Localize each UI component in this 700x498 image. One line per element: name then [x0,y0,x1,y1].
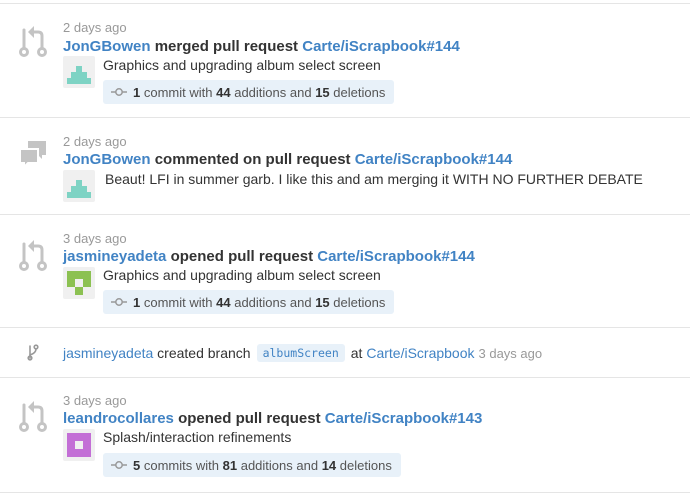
additions-count: 44 [216,84,231,100]
commit-count: 1 [133,294,141,310]
avatar[interactable] [63,267,95,299]
commit-summary[interactable]: 1 commit with 44 additions and 15 deleti… [103,80,395,104]
actor-link[interactable]: JonGBowen [63,38,151,55]
actor-link[interactable]: jasmineyadeta [63,345,153,361]
actor-link[interactable]: leandrocollares [63,410,174,427]
git-pull-request-icon [19,401,47,432]
with-text: with [195,457,219,473]
git-commit-icon [111,88,127,96]
commit-word: commits [143,457,193,473]
timestamp: 2 days ago [63,134,127,149]
commit-summary[interactable]: 5 commits with 81 additions and 14 delet… [103,453,401,477]
branch-name-link[interactable]: albumScreen [256,344,345,362]
deletions-count: 15 [315,84,330,100]
git-pull-request-icon [19,240,47,271]
feed-item-comment: 2 days ago JonGBowen commented on pull r… [0,117,690,214]
repository-link[interactable]: Carte/iScrapbook [366,345,474,361]
action-text: opened pull request [178,410,321,427]
timestamp: 3 days ago [478,345,543,361]
timestamp: 3 days ago [63,231,127,246]
alert-title: JonGBowen merged pull request Carte/iScr… [63,38,460,55]
alert-title: JonGBowen commented on pull request Cart… [63,151,512,168]
git-commit-icon [111,461,127,469]
commit-word: commit [143,84,186,100]
avatar[interactable] [63,170,95,202]
timestamp: 2 days ago [63,20,127,35]
action-text: opened pull request [170,248,314,265]
feed-divider [0,492,690,493]
deletions-text: deletions [333,294,386,310]
pull-request-link[interactable]: Carte/iScrapbook#144 [317,248,475,265]
branch-alert-text: jasmineyadeta created branch albumScreen… [63,344,542,362]
actor-link[interactable]: jasmineyadeta [63,248,166,265]
at-text: at [350,345,363,361]
commit-count: 5 [133,457,141,473]
comment-body: Beaut! LFI in summer garb. I like this a… [105,171,643,187]
pull-request-title: Graphics and upgrading album select scre… [103,57,381,73]
deletions-count: 15 [315,294,330,310]
additions-text: additions and [240,457,319,473]
feed-item-opened-pull-request: 3 days ago leandrocollares opened pull r… [0,377,690,492]
action-text: commented on pull request [154,151,351,168]
additions-text: additions and [234,294,312,310]
feed-item-opened-pull-request: 3 days ago jasmineyadeta opened pull req… [0,214,690,327]
action-text: created branch [157,345,251,361]
alert-title: leandrocollares opened pull request Cart… [63,410,482,427]
action-text: merged pull request [154,38,299,55]
git-branch-icon [27,344,39,361]
deletions-count: 14 [321,457,337,473]
additions-count: 81 [222,457,238,473]
actor-link[interactable]: JonGBowen [63,151,151,168]
with-text: with [189,84,213,100]
pull-request-link[interactable]: Carte/iScrapbook#143 [325,410,483,427]
additions-count: 44 [216,294,231,310]
pull-request-link[interactable]: Carte/iScrapbook#144 [302,38,460,55]
comment-icon [19,141,46,170]
pull-request-link[interactable]: Carte/iScrapbook#144 [355,151,513,168]
timestamp: 3 days ago [63,393,127,408]
deletions-text: deletions [339,457,392,473]
feed-item-merged-pull-request: 2 days ago JonGBowen merged pull request… [0,0,690,117]
with-text: with [189,294,213,310]
git-pull-request-icon [19,26,47,57]
deletions-text: deletions [333,84,386,100]
git-commit-icon [111,298,127,306]
commit-summary[interactable]: 1 commit with 44 additions and 15 deleti… [103,290,395,314]
alert-title: jasmineyadeta opened pull request Carte/… [63,248,475,265]
avatar[interactable] [63,429,95,461]
commit-word: commit [143,294,186,310]
avatar[interactable] [63,56,95,88]
pull-request-title: Splash/interaction refinements [103,429,292,445]
commit-count: 1 [133,84,141,100]
pull-request-title: Graphics and upgrading album select scre… [103,267,381,283]
additions-text: additions and [234,84,312,100]
